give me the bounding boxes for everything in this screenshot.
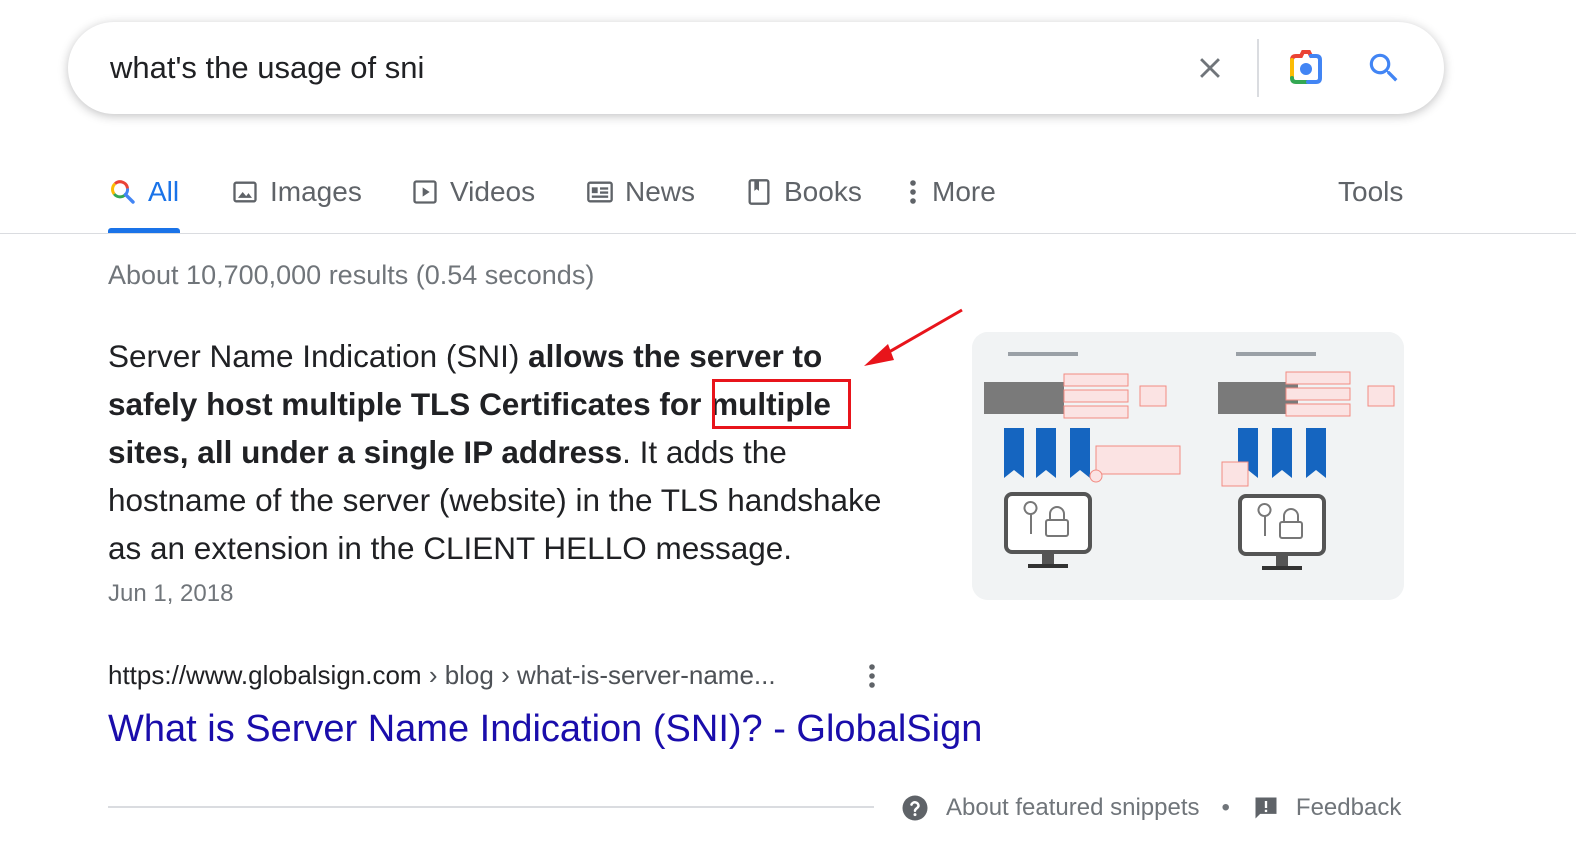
image-icon — [230, 177, 260, 207]
snippet-date: Jun 1, 2018 — [108, 580, 234, 607]
about-featured-snippets-label: About featured snippets — [946, 794, 1200, 821]
more-vert-icon — [869, 664, 875, 688]
tab-images-label: Images — [270, 176, 362, 207]
search-icon — [108, 177, 138, 207]
search-icon — [1369, 53, 1398, 82]
search-tabs: All Images Videos News Books More Tools — [0, 160, 1576, 235]
search-input[interactable] — [110, 44, 1150, 92]
tab-news[interactable]: News — [585, 170, 695, 214]
result-url-breadcrumb[interactable]: https://www.globalsign.com › blog › what… — [108, 660, 776, 691]
tab-videos[interactable]: Videos — [410, 170, 535, 214]
tab-books-label: Books — [784, 176, 862, 207]
result-path: › blog › what-is-server-name... — [421, 660, 776, 690]
feedback-link[interactable]: Feedback — [1252, 794, 1401, 822]
result-domain: https://www.globalsign.com — [108, 660, 422, 690]
book-icon — [744, 177, 774, 207]
help-icon — [902, 795, 928, 821]
newspaper-icon — [585, 177, 615, 207]
snippet-footer-divider — [108, 806, 874, 808]
annotation-highlight-box — [712, 379, 851, 429]
result-stats: About 10,700,000 results (0.54 seconds) — [108, 260, 595, 290]
annotation-arrow — [864, 308, 963, 366]
snippet-text-start: Server Name Indication (SNI) — [108, 338, 529, 374]
tab-news-label: News — [625, 176, 696, 207]
snippet-thumbnail-image[interactable] — [972, 332, 1404, 600]
search-bar-divider — [1257, 39, 1259, 97]
more-vert-icon — [902, 177, 924, 207]
result-title-link[interactable]: What is Server Name Indication (SNI)? - … — [108, 708, 982, 751]
feedback-icon — [1255, 797, 1277, 819]
tab-images[interactable]: Images — [230, 170, 362, 214]
tab-more-label: More — [932, 176, 996, 207]
result-options-button[interactable] — [858, 658, 886, 694]
feedback-label: Feedback — [1295, 794, 1402, 821]
tab-books[interactable]: Books — [744, 170, 862, 214]
search-bar — [68, 22, 1444, 114]
tab-more[interactable]: More — [902, 170, 996, 214]
tab-videos-label: Videos — [450, 176, 536, 207]
close-icon — [1200, 58, 1220, 78]
clear-search-button[interactable] — [1186, 44, 1234, 92]
tab-all-label: All — [148, 176, 180, 207]
featured-snippet-text: Server Name Indication (SNI) allows the … — [108, 332, 908, 572]
camera-icon — [1290, 50, 1322, 84]
tabs-divider — [0, 233, 1576, 234]
search-submit-button[interactable] — [1360, 44, 1408, 92]
snippet-footer: About featured snippets • Feedback — [900, 790, 1401, 826]
tls-handshake-diagram — [972, 332, 1404, 600]
tools-button[interactable]: Tools — [1338, 170, 1403, 214]
footer-separator: • — [1221, 794, 1230, 821]
search-by-image-button[interactable] — [1282, 44, 1330, 92]
about-featured-snippets-link[interactable]: About featured snippets — [900, 793, 1200, 823]
tab-all[interactable]: All — [108, 170, 179, 214]
play-icon — [410, 177, 440, 207]
